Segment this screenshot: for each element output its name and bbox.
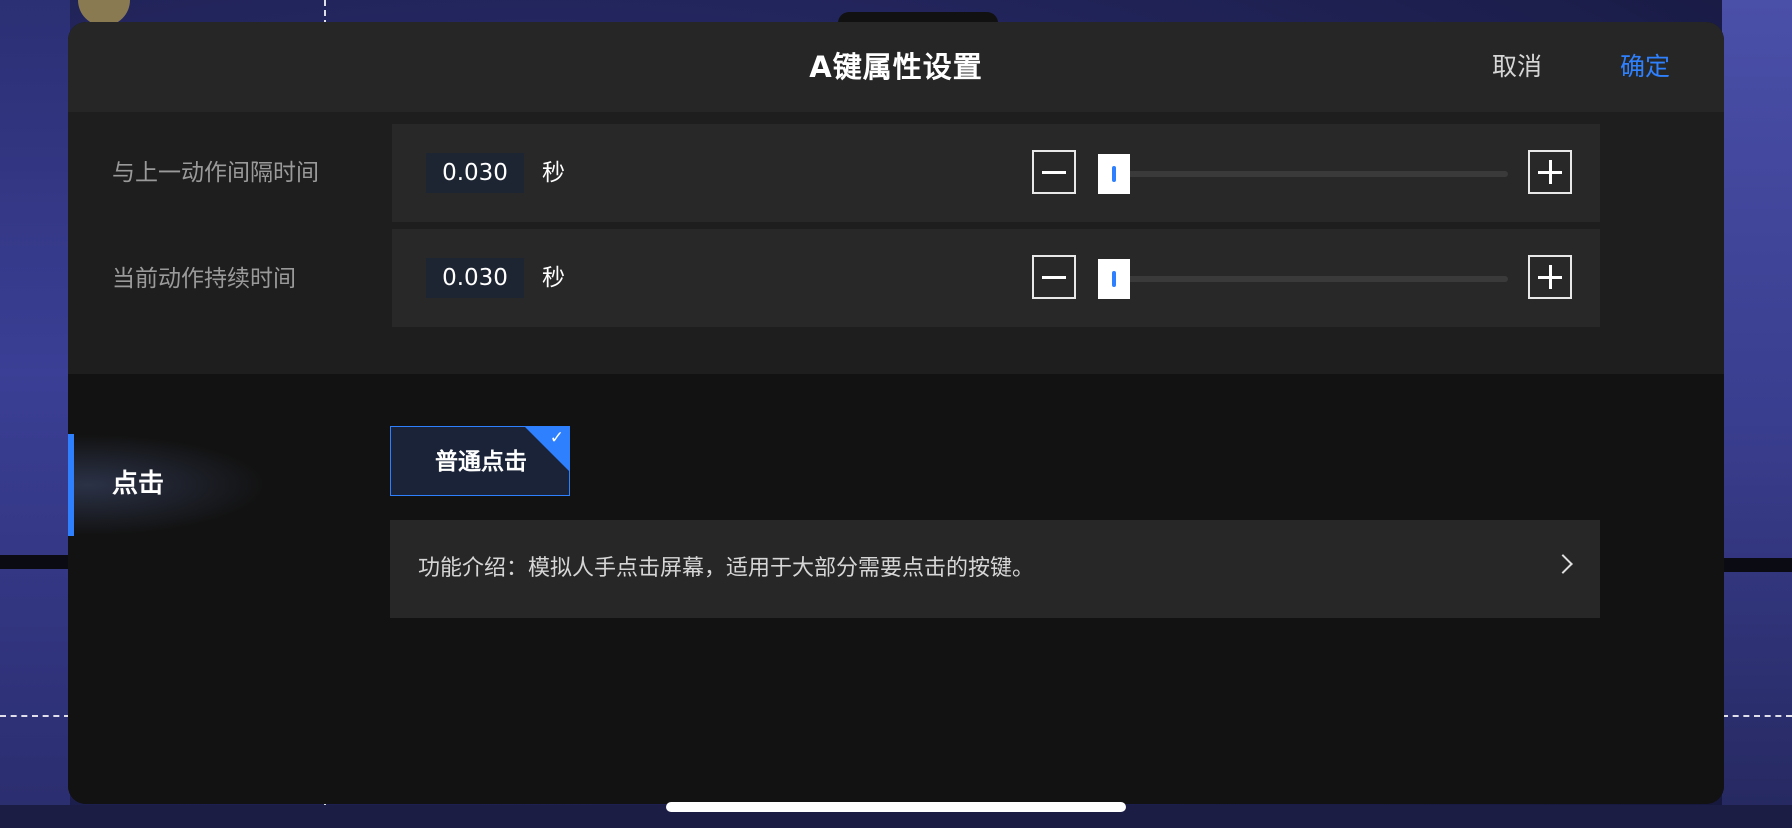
normal-click-option[interactable]: 普通点击 ✓ [390,426,570,496]
plus-icon-vertical [1549,265,1552,289]
feature-description-text: 功能介绍：模拟人手点击屏幕，适用于大部分需要点击的按键。 [418,556,1035,581]
interval-slider-thumb[interactable] [1098,154,1130,194]
interval-time-input[interactable]: 0.030 [426,153,524,193]
duration-increase-button[interactable] [1528,255,1572,299]
cancel-button[interactable]: 取消 [1492,46,1542,88]
background-ground-right [1722,558,1792,572]
background-ground-left [0,555,70,569]
key-settings-dialog: A键属性设置 取消 确定 与上一动作间隔时间 0.030 秒 当前动作持续时间 … [68,22,1724,804]
interval-time-row: 0.030 秒 [392,124,1600,222]
interval-slider-track[interactable] [1098,171,1508,177]
dialog-title: A键属性设置 [809,50,983,84]
timing-section: 与上一动作间隔时间 0.030 秒 当前动作持续时间 0.030 秒 [68,112,1724,374]
minus-icon [1042,171,1066,174]
interval-time-unit: 秒 [542,160,565,186]
duration-time-unit: 秒 [542,265,565,291]
duration-time-input[interactable]: 0.030 [426,258,524,298]
duration-slider-thumb[interactable] [1098,259,1130,299]
chevron-right-icon [1553,554,1573,574]
interval-time-label: 与上一动作间隔时间 [112,160,319,186]
mode-tab-active-indicator [68,434,74,536]
confirm-button[interactable]: 确定 [1620,46,1670,88]
duration-time-row: 0.030 秒 [392,229,1600,327]
interval-increase-button[interactable] [1528,150,1572,194]
slider-grip-icon [1112,166,1116,182]
mode-tab-label: 点击 [112,469,165,499]
background-scene-right [1722,0,1792,828]
duration-decrease-button[interactable] [1032,255,1076,299]
background-guide-line-left [0,715,70,717]
check-icon: ✓ [549,428,564,448]
interval-decrease-button[interactable] [1032,150,1076,194]
mode-section: 点击 普通点击 ✓ 功能介绍：模拟人手点击屏幕，适用于大部分需要点击的按键。 [68,374,1724,804]
minus-icon [1042,276,1066,279]
plus-icon-vertical [1549,160,1552,184]
background-scene-left [0,0,70,828]
duration-time-label: 当前动作持续时间 [112,266,296,292]
slider-grip-icon [1112,271,1116,287]
dialog-header: A键属性设置 取消 确定 [68,22,1724,112]
background-guide-line-right [1722,715,1792,717]
duration-slider-track[interactable] [1098,276,1508,282]
home-indicator[interactable] [666,802,1126,812]
feature-description-panel[interactable]: 功能介绍：模拟人手点击屏幕，适用于大部分需要点击的按键。 [390,520,1600,618]
mode-tab-click[interactable]: 点击 [68,434,268,536]
